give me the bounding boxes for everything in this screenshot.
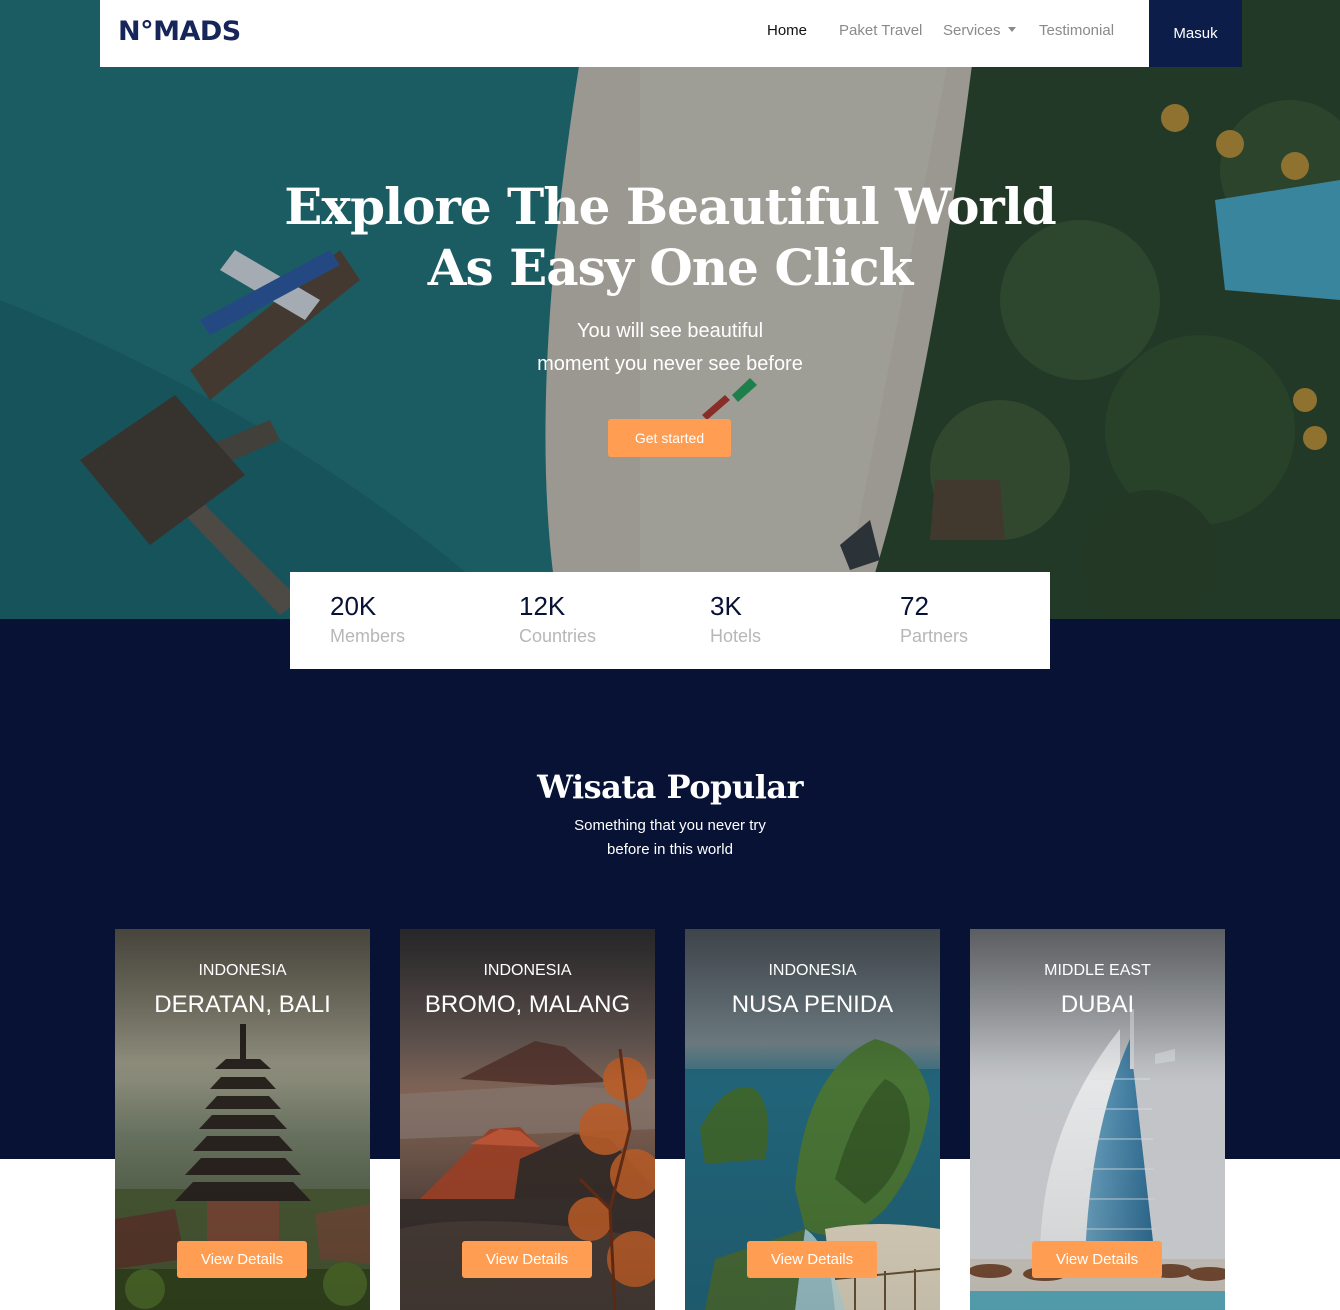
- hero-title: Explore The Beautiful World As Easy One …: [0, 176, 1340, 298]
- card-title: DERATAN, BALI: [154, 991, 331, 1018]
- destination-card-dubai[interactable]: MIDDLE EAST DUBAI View Details: [970, 929, 1225, 1310]
- landing-page: Explore The Beautiful World As Easy One …: [0, 0, 1340, 1310]
- hero-overlay: [0, 0, 1340, 619]
- view-details-button[interactable]: View Details: [177, 1241, 307, 1278]
- card-title: DUBAI: [1060, 991, 1135, 1018]
- destination-card-nusa-penida[interactable]: INDONESIA NUSA PENIDA View Details: [685, 929, 940, 1310]
- destination-card-bali[interactable]: INDONESIA DERATAN, BALI View Details: [115, 929, 370, 1310]
- stat-value: 12K: [519, 591, 566, 621]
- view-details-button[interactable]: View Details: [1032, 1241, 1162, 1278]
- stat-label: Hotels: [710, 626, 762, 646]
- stat-label: Members: [330, 626, 406, 646]
- section-subtitle-line-2: before in this world: [607, 841, 733, 858]
- nav-item-paket-travel[interactable]: Paket Travel: [839, 22, 922, 39]
- section-subtitle-line-1: Something that you never try: [574, 817, 766, 834]
- hero-subtitle-line-1: You will see beautiful: [576, 320, 764, 342]
- nav-item-services-label: Services: [943, 22, 1001, 39]
- hero-subtitle: You will see beautiful moment you never …: [0, 315, 1340, 381]
- nav-item-home[interactable]: Home: [767, 22, 807, 39]
- stat-countries: 12K Countries: [519, 590, 596, 650]
- chevron-down-icon: [1007, 27, 1016, 32]
- stat-value: 3K: [710, 591, 742, 621]
- brand-logo[interactable]: N°MADS: [118, 16, 241, 47]
- card-country: INDONESIA: [198, 962, 287, 979]
- destination-card-bromo[interactable]: INDONESIA BROMO, MALANG View Details: [400, 929, 655, 1310]
- stat-value: 20K: [330, 591, 377, 621]
- stat-partners: 72 Partners: [900, 590, 968, 650]
- card-title: BROMO, MALANG: [424, 991, 631, 1018]
- login-button[interactable]: Masuk: [1149, 0, 1242, 67]
- stat-label: Partners: [900, 626, 969, 646]
- view-details-button[interactable]: View Details: [747, 1241, 877, 1278]
- nav-item-services[interactable]: Services: [943, 22, 1016, 39]
- view-details-button[interactable]: View Details: [462, 1241, 592, 1278]
- top-navbar: N°MADS Home Paket Travel Services Testim…: [100, 0, 1242, 67]
- card-country: MIDDLE EAST: [1044, 962, 1151, 979]
- section-subtitle: Something that you never try before in t…: [0, 814, 1340, 862]
- hero-title-line-1: Explore The Beautiful World: [284, 177, 1056, 236]
- stat-members: 20K Members: [330, 590, 405, 650]
- get-started-button[interactable]: Get started: [608, 419, 731, 457]
- stat-hotels: 3K Hotels: [710, 590, 761, 650]
- card-country: INDONESIA: [483, 962, 572, 979]
- stat-value: 72: [900, 591, 929, 621]
- section-title: Wisata Popular: [537, 768, 803, 806]
- card-title: NUSA PENIDA: [731, 991, 894, 1018]
- hero-section: Explore The Beautiful World As Easy One …: [0, 0, 1340, 619]
- stats-bar: 20K Members 12K Countries 3K Hotels 72 P…: [290, 572, 1050, 669]
- hero-title-line-2: As Easy One Click: [427, 238, 913, 297]
- hero-subtitle-line-2: moment you never see before: [537, 353, 803, 375]
- nav-item-testimonial[interactable]: Testimonial: [1039, 22, 1114, 39]
- card-country: INDONESIA: [768, 962, 857, 979]
- stat-label: Countries: [519, 626, 597, 646]
